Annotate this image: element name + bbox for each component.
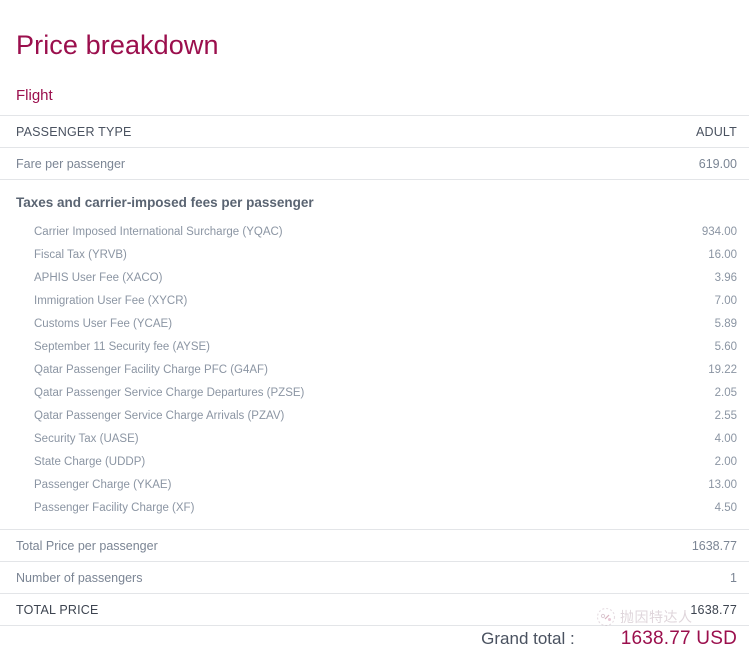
tax-value: 4.00 <box>714 432 737 445</box>
tax-row: Passenger Facility Charge (XF) 4.50 <box>0 496 749 519</box>
tax-rows-container: Carrier Imposed International Surcharge … <box>0 220 749 519</box>
tax-label: Fiscal Tax (YRVB) <box>34 248 127 261</box>
tax-row: Qatar Passenger Service Charge Departure… <box>0 381 749 404</box>
tax-value: 16.00 <box>708 248 737 261</box>
fare-per-passenger-label: Fare per passenger <box>16 156 126 171</box>
tax-label: Passenger Charge (YKAE) <box>34 478 172 491</box>
tax-value: 13.00 <box>708 478 737 491</box>
tax-value: 3.96 <box>714 271 737 284</box>
number-of-passengers-label: Number of passengers <box>16 570 143 585</box>
column-header-passenger-type: PASSENGER TYPE <box>16 124 132 139</box>
tax-label: APHIS User Fee (XACO) <box>34 271 163 284</box>
tax-row: Carrier Imposed International Surcharge … <box>0 220 749 243</box>
tax-label: September 11 Security fee (AYSE) <box>34 340 210 353</box>
number-of-passengers-value: 1 <box>730 570 737 585</box>
tax-label: Qatar Passenger Service Charge Arrivals … <box>34 409 285 422</box>
tax-label: Qatar Passenger Facility Charge PFC (G4A… <box>34 363 268 376</box>
tax-value: 2.55 <box>714 409 737 422</box>
tax-label: Carrier Imposed International Surcharge … <box>34 225 283 238</box>
total-per-passenger-value: 1638.77 <box>691 538 737 553</box>
grand-total-label: Grand total : <box>481 628 575 648</box>
column-header-adult: ADULT <box>695 124 737 139</box>
tax-label: Qatar Passenger Service Charge Departure… <box>34 386 305 399</box>
tax-label: Customs User Fee (YCAE) <box>34 317 173 330</box>
total-per-passenger-row: Total Price per passenger 1638.77 <box>0 529 749 561</box>
grand-total-value: 1638.77 USD <box>620 627 737 649</box>
tax-value: 5.60 <box>714 340 737 353</box>
tax-value: 19.22 <box>708 363 737 376</box>
tax-label: State Charge (UDDP) <box>34 455 146 468</box>
taxes-spacer <box>0 519 749 529</box>
tax-value: 5.89 <box>714 317 737 330</box>
tax-value: 4.50 <box>714 501 737 514</box>
tax-value: 7.00 <box>714 294 737 307</box>
price-breakdown-page: Price breakdown Flight PASSENGER TYPE AD… <box>0 0 749 661</box>
tax-value: 2.05 <box>714 386 737 399</box>
section-title-flight: Flight <box>16 87 53 104</box>
number-of-passengers-row: Number of passengers 1 <box>0 561 749 593</box>
tax-row: Qatar Passenger Facility Charge PFC (G4A… <box>0 358 749 381</box>
tax-label: Immigration User Fee (XYCR) <box>34 294 188 307</box>
taxes-block: Taxes and carrier-imposed fees per passe… <box>0 179 749 529</box>
grand-total-row: Grand total : 1638.77 USD <box>0 616 749 661</box>
tax-row: Passenger Charge (YKAE) 13.00 <box>0 473 749 496</box>
price-breakdown-table: PASSENGER TYPE ADULT Fare per passenger … <box>0 115 749 626</box>
table-header-row: PASSENGER TYPE ADULT <box>0 115 749 147</box>
tax-row: September 11 Security fee (AYSE) 5.60 <box>0 335 749 358</box>
tax-row: APHIS User Fee (XACO) 3.96 <box>0 266 749 289</box>
tax-row: Customs User Fee (YCAE) 5.89 <box>0 312 749 335</box>
tax-row: Immigration User Fee (XYCR) 7.00 <box>0 289 749 312</box>
total-per-passenger-label: Total Price per passenger <box>16 538 158 553</box>
total-price-value: 1638.77 <box>690 602 737 617</box>
tax-row: Fiscal Tax (YRVB) 16.00 <box>0 243 749 266</box>
tax-label: Security Tax (UASE) <box>34 432 139 445</box>
tax-row: Security Tax (UASE) 4.00 <box>0 427 749 450</box>
tax-row: Qatar Passenger Service Charge Arrivals … <box>0 404 749 427</box>
page-title: Price breakdown <box>16 30 219 61</box>
tax-value: 2.00 <box>714 455 737 468</box>
fare-per-passenger-value: 619.00 <box>698 156 737 171</box>
fare-per-passenger-row: Fare per passenger 619.00 <box>0 147 749 179</box>
total-price-label: TOTAL PRICE <box>16 602 99 617</box>
tax-label: Passenger Facility Charge (XF) <box>34 501 195 514</box>
tax-value: 934.00 <box>701 225 737 238</box>
taxes-heading: Taxes and carrier-imposed fees per passe… <box>16 195 314 210</box>
tax-row: State Charge (UDDP) 2.00 <box>0 450 749 473</box>
